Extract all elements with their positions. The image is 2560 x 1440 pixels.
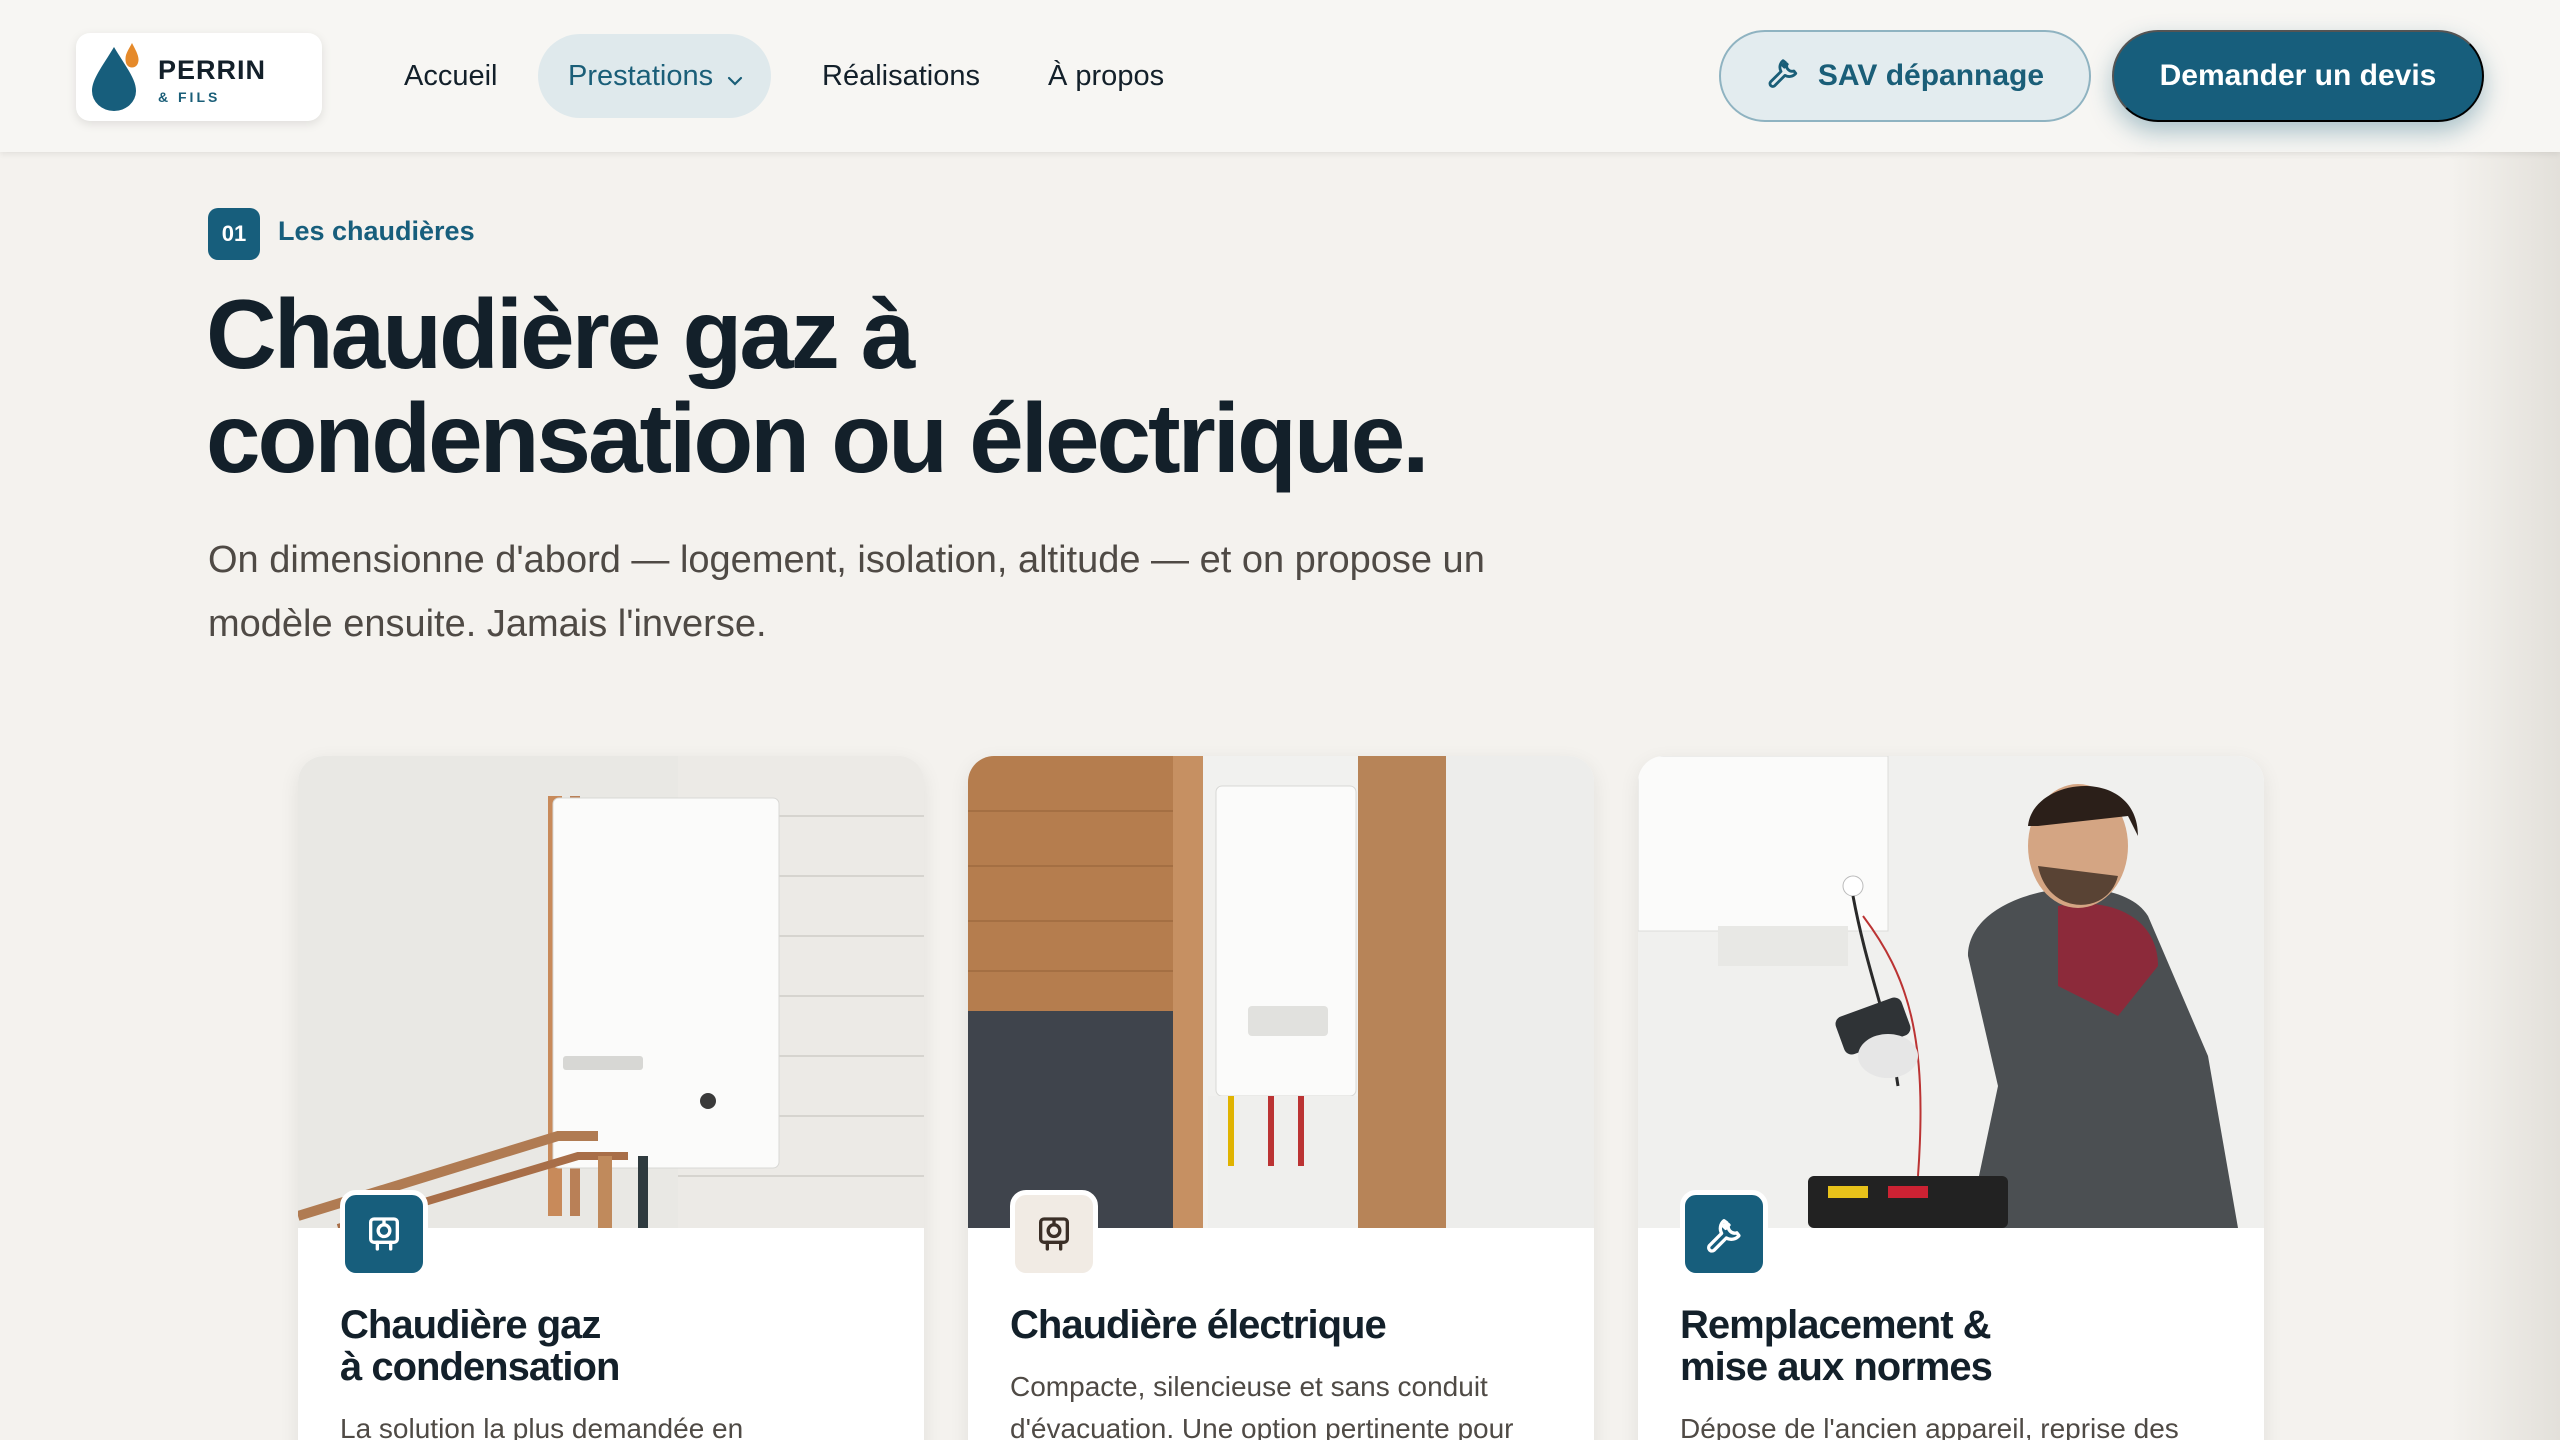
- nav-prestations[interactable]: Prestations: [538, 34, 772, 119]
- section-eyebrow: Les chaudières: [278, 216, 475, 246]
- page-title: Chaudière gaz à condensation ou électriq…: [206, 282, 1806, 490]
- card-title: Remplacement & mise aux normes: [1680, 1304, 2240, 1388]
- page-title-line-1: Chaudière gaz à: [206, 279, 916, 389]
- card-description: La solution la plus demandée en: [340, 1413, 744, 1440]
- boiler-icon: [340, 1190, 428, 1278]
- electric-boiler-photo: [968, 756, 1594, 1228]
- card-description: Compacte, silencieuse et sans conduit d'…: [1010, 1366, 1570, 1440]
- card-description-line-1: Compacte, silencieuse et sans conduit: [1010, 1371, 1488, 1402]
- page-subtitle-line-1: On dimensionne d'abord — logement, isola…: [208, 539, 1485, 581]
- card-title: Chaudière électrique: [1010, 1303, 1387, 1347]
- service-card-electrique[interactable]: Chaudière électrique Compacte, silencieu…: [968, 756, 1594, 1440]
- logo-name: PERRIN: [158, 55, 267, 85]
- nav-prestations-label: Prestations: [568, 60, 714, 92]
- wrench-icon: [1680, 1190, 1768, 1278]
- wrench-icon: [1766, 55, 1800, 97]
- boiler-icon: [1010, 1190, 1098, 1278]
- page-edge-shadow: [2450, 150, 2560, 1440]
- chevron-down-icon: [727, 35, 743, 119]
- card-title-line-1: Chaudière gaz: [340, 1303, 601, 1347]
- step-number-badge: 01: [208, 208, 260, 260]
- demander-devis-button[interactable]: Demander un devis: [2112, 30, 2484, 122]
- card-title-line-2: mise aux normes: [1680, 1345, 1993, 1389]
- page-subtitle: On dimensionne d'abord — logement, isola…: [208, 528, 1628, 656]
- card-title-line-2: à condensation: [340, 1345, 620, 1389]
- nav-a-propos[interactable]: À propos: [1018, 34, 1194, 118]
- page-subtitle-line-2: modèle ensuite. Jamais l'inverse.: [208, 603, 767, 645]
- boiler-room-photo: [298, 756, 924, 1228]
- logo-subtitle: & FILS: [158, 89, 221, 105]
- card-description-line-2: d'évacuation. Une option pertinente pour: [1010, 1413, 1514, 1440]
- logo-drop-icon: [92, 43, 139, 111]
- card-title-line-1: Remplacement &: [1680, 1303, 1992, 1347]
- site-header: PERRIN & FILS Accueil Prestations Réalis…: [0, 0, 2560, 152]
- logo[interactable]: PERRIN & FILS: [76, 33, 322, 121]
- technician-photo: [1638, 756, 2264, 1228]
- sav-depannage-label: SAV dépannage: [1817, 59, 2045, 92]
- service-card-remplacement[interactable]: Remplacement & mise aux normes Dépose de…: [1638, 756, 2264, 1440]
- page-title-line-2: condensation ou électrique.: [206, 383, 1429, 493]
- sav-depannage-button[interactable]: SAV dépannage: [1719, 30, 2091, 122]
- card-description: Dépose de l'ancien appareil, reprise des: [1680, 1413, 2179, 1440]
- service-card-gaz[interactable]: Chaudière gaz à condensation La solution…: [298, 756, 924, 1440]
- card-title: Chaudière gaz à condensation: [340, 1304, 900, 1388]
- nav-accueil[interactable]: Accueil: [374, 34, 528, 118]
- nav-realisations[interactable]: Réalisations: [792, 34, 1010, 118]
